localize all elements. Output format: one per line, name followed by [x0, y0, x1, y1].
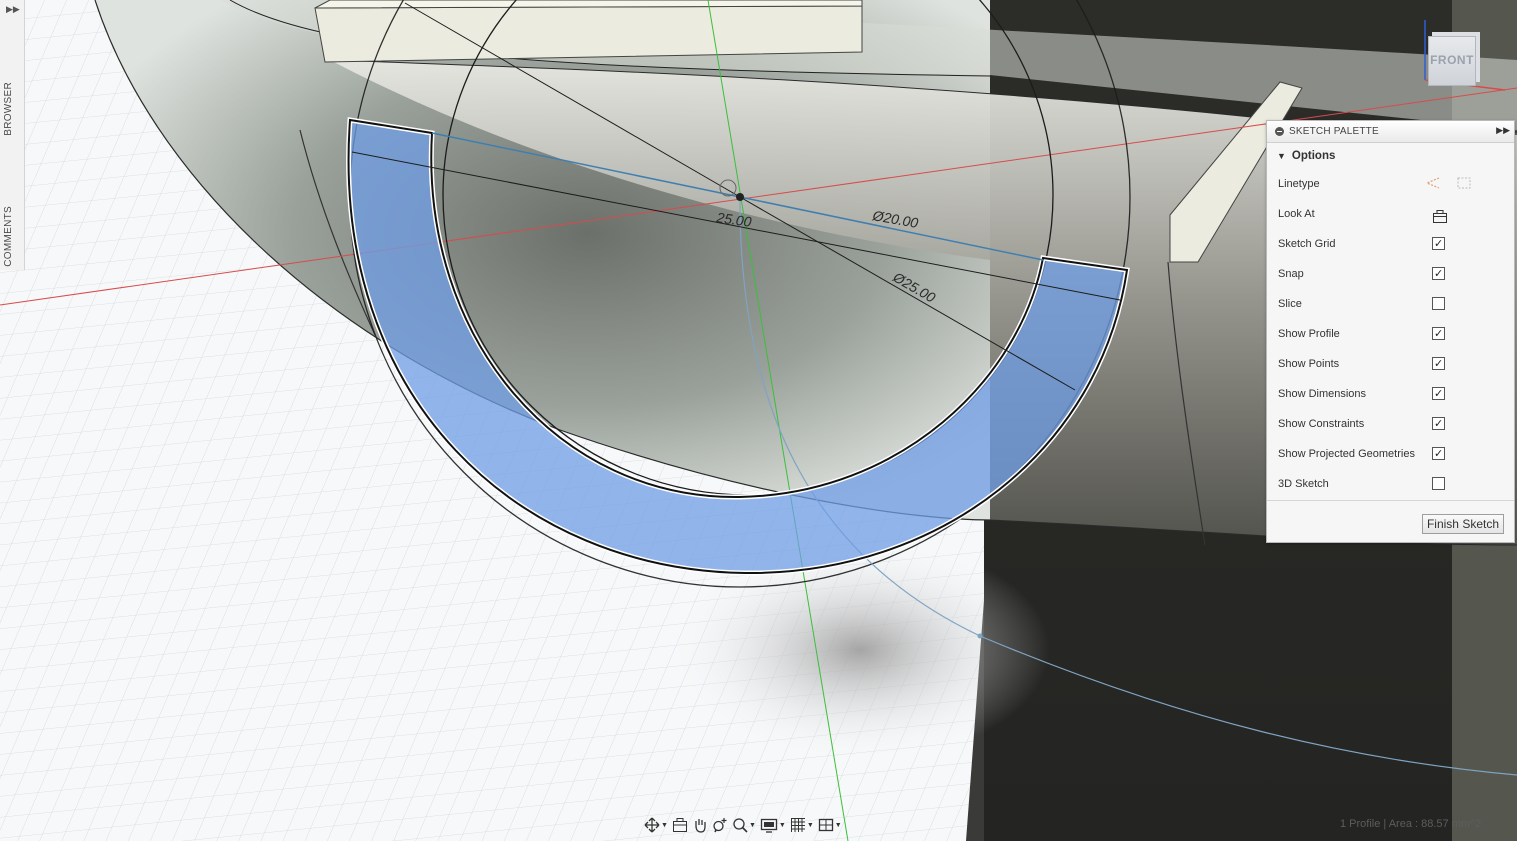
viewports-icon [818, 818, 833, 832]
option-show-projected-geometries: Show Projected Geometries [1267, 439, 1514, 469]
slice-checkbox[interactable] [1432, 297, 1445, 310]
viewports-tool[interactable]: ▼ [818, 815, 842, 835]
view-cube[interactable]: FRONT [1418, 28, 1480, 90]
triangle-down-icon: ▼ [1277, 151, 1286, 161]
pan-tool[interactable] [692, 815, 708, 835]
option-label: Look At [1278, 208, 1315, 220]
option-label: Sketch Grid [1278, 238, 1336, 250]
orbit-icon [644, 817, 660, 833]
option-slice: Slice [1267, 289, 1514, 319]
option-3d-sketch: 3D Sketch [1267, 469, 1514, 499]
option-label: Show Dimensions [1278, 388, 1367, 400]
grid-settings-tool[interactable]: ▼ [790, 815, 814, 835]
option-snap: Snap [1267, 259, 1514, 289]
snap-checkbox[interactable] [1432, 259, 1445, 289]
grid-settings-icon [790, 818, 805, 832]
finish-sketch-button[interactable]: Finish Sketch [1421, 514, 1504, 534]
option-label: Show Constraints [1278, 418, 1365, 430]
sketch-palette: SKETCH PALETTE ▶▶ ▼ Options Linetype Loo… [1266, 120, 1515, 543]
look-at-icon [672, 818, 687, 832]
centerline-linetype-icon[interactable] [1456, 176, 1472, 190]
palette-divider [1267, 500, 1514, 501]
expand-chevron-icon[interactable]: ▶▶ [1496, 125, 1510, 136]
show-dimensions-checkbox[interactable] [1432, 379, 1445, 409]
pan-hand-icon [695, 819, 706, 833]
left-panel-rail: ▶▶ BROWSER COMMENTS [0, 0, 25, 270]
look-at-tool[interactable] [672, 815, 688, 835]
option-label: 3D Sketch [1278, 478, 1329, 490]
display-settings-icon [760, 818, 778, 833]
orbit-tool[interactable]: ▼ [644, 815, 668, 835]
option-label: Snap [1278, 268, 1304, 280]
palette-title: SKETCH PALETTE [1289, 126, 1379, 137]
option-label: Slice [1278, 298, 1302, 310]
option-show-constraints: Show Constraints [1267, 409, 1514, 439]
fit-zoom-icon [733, 818, 748, 833]
show-projected-geometries-checkbox[interactable] [1432, 439, 1445, 469]
view-cube-label: FRONT [1430, 53, 1474, 67]
show-points-checkbox[interactable] [1432, 349, 1445, 379]
option-show-profile: Show Profile [1267, 319, 1514, 349]
minimize-icon[interactable] [1275, 127, 1284, 136]
option-label: Linetype [1278, 178, 1320, 190]
option-show-dimensions: Show Dimensions [1267, 379, 1514, 409]
look-at-icon[interactable] [1432, 210, 1448, 224]
option-label: Show Profile [1278, 328, 1340, 340]
option-label: Show Projected Geometries [1278, 448, 1415, 460]
view-cube-front-face[interactable]: FRONT [1428, 36, 1476, 86]
browser-tab[interactable]: BROWSER [3, 82, 14, 136]
fit-zoom-tool[interactable]: ▼ [732, 815, 756, 835]
sketch-grid-checkbox[interactable] [1432, 229, 1445, 259]
selection-status: 1 Profile | Area : 88.57 mm^2 [1340, 818, 1482, 830]
options-section-label: Options [1291, 150, 1336, 162]
zoom-tool[interactable] [712, 815, 728, 835]
display-settings-tool[interactable]: ▼ [760, 815, 786, 835]
comments-tab[interactable]: COMMENTS [3, 206, 14, 267]
double-chevron-right-icon[interactable]: ▶▶ [6, 4, 20, 15]
show-profile-checkbox[interactable] [1432, 319, 1445, 349]
option-sketch-grid: Sketch Grid [1267, 229, 1514, 259]
option-show-points: Show Points [1267, 349, 1514, 379]
zoom-icon [713, 818, 727, 833]
option-label: Show Points [1278, 358, 1340, 370]
show-constraints-checkbox[interactable] [1432, 409, 1445, 439]
option-look-at: Look At [1267, 199, 1514, 229]
3d-sketch-checkbox[interactable] [1432, 477, 1445, 490]
palette-titlebar[interactable]: SKETCH PALETTE ▶▶ [1267, 121, 1514, 143]
construction-linetype-icon[interactable] [1425, 176, 1441, 190]
navigation-toolbar: ▼ ▼ ▼ ▼ ▼ [640, 813, 882, 837]
option-linetype: Linetype [1267, 169, 1514, 199]
options-section-header[interactable]: ▼ Options [1267, 143, 1514, 169]
